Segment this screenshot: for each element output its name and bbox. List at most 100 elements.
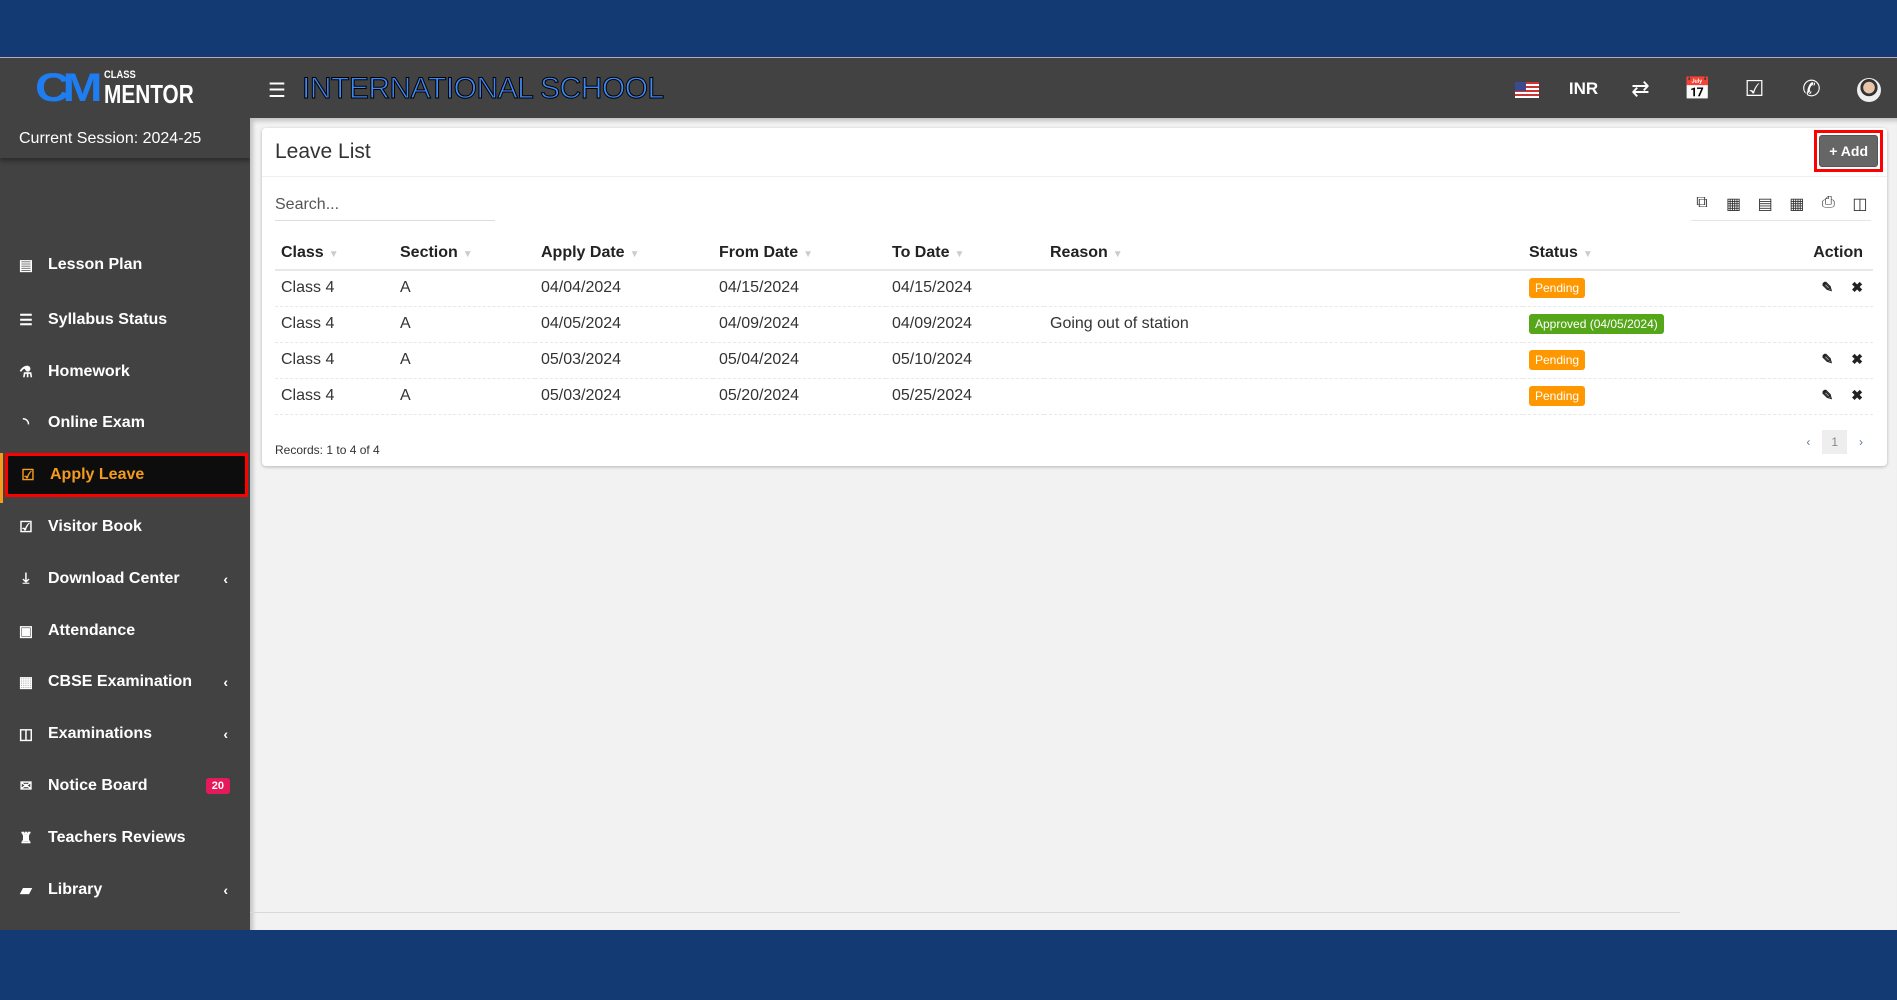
delete-icon[interactable]: ✖ <box>1851 351 1863 367</box>
excel-icon[interactable]: ▦ <box>1723 194 1745 214</box>
table-row: Class 4 A 05/03/2024 05/04/2024 05/10/2024 Pe… <box>275 342 1873 379</box>
sidebar-item-teachers-reviews[interactable]: ♜ Teachers Reviews <box>0 816 250 860</box>
column-header-apply-date[interactable]: Apply Date ▼ <box>535 236 713 271</box>
prev-page-button[interactable]: ‹ <box>1806 435 1810 449</box>
bottom-band <box>0 930 1897 1000</box>
table-row: Class 4 A 05/03/2024 05/20/2024 05/25/2024 Pe… <box>275 378 1873 415</box>
task-check-icon[interactable]: ☑ <box>1726 76 1783 102</box>
sidebar-item-notice-board[interactable]: ✉ Notice Board 20 <box>0 764 250 808</box>
notice-count-badge: 20 <box>205 778 230 794</box>
library-icon: ▰ <box>20 881 32 899</box>
column-header-to-date[interactable]: To Date ▼ <box>886 236 1044 271</box>
download-center-icon: ⤓ <box>22 570 30 588</box>
hamburger-menu-icon[interactable]: ☰ <box>268 78 286 103</box>
sort-icon[interactable]: ▼ <box>1113 249 1123 260</box>
online-exam-icon: ◝ <box>23 415 29 433</box>
sidebar-item-examinations[interactable]: ◫ Examinations ‹ <box>0 712 250 756</box>
leave-list-card: Leave List + Add ⧉ ▦ ▤ ▦ ⎙ ◫ Class▼Secti… <box>262 128 1887 466</box>
edit-icon[interactable]: ✎ <box>1822 351 1834 367</box>
cell-apply-date: 05/03/2024 <box>535 378 713 415</box>
pdf-icon[interactable]: ▦ <box>1786 194 1808 214</box>
visitor-book-icon: ☑ <box>19 519 33 536</box>
sidebar-item-label: Syllabus Status <box>48 310 168 328</box>
page-1-button[interactable]: 1 <box>1822 430 1847 454</box>
sort-icon[interactable]: ▼ <box>803 249 813 260</box>
column-header-section[interactable]: Section ▼ <box>394 236 535 271</box>
leave-table: Class ▼ Section ▼ Apply Date ▼ From Date ▼ To Da… <box>275 236 1873 415</box>
sidebar-item-apply-leave[interactable]: ☑ Apply Leave <box>5 453 248 498</box>
sidebar-item-cbse-examination[interactable]: ▦ CBSE Examination ‹ <box>0 660 250 704</box>
chevron-left-icon: ‹ <box>223 881 228 898</box>
columns-icon[interactable]: ◫ <box>1849 194 1871 214</box>
sort-icon[interactable]: ▼ <box>630 249 640 260</box>
sidebar-item-online-exam[interactable]: ◝ Online Exam <box>0 401 250 445</box>
calendar-icon[interactable]: 📅 <box>1669 76 1726 102</box>
logo-mark: CM <box>34 66 102 110</box>
sidebar-item-label: Download Center <box>48 569 180 587</box>
sidebar-item-attendance[interactable]: ▣ Attendance <box>0 609 250 653</box>
copy-icon[interactable]: ⧉ <box>1691 194 1713 214</box>
sidebar-item-label: Homework <box>48 362 130 380</box>
sidebar-item-label: Online Exam <box>48 414 145 432</box>
status-badge: Pending <box>1529 278 1586 299</box>
csv-icon[interactable]: ▤ <box>1754 194 1776 214</box>
examinations-icon: ◫ <box>18 726 34 744</box>
cell-section: A <box>394 342 535 379</box>
sort-icon[interactable]: ▼ <box>954 249 964 260</box>
user-avatar[interactable] <box>1840 75 1897 102</box>
column-header-status[interactable]: Status ▼ <box>1523 236 1763 271</box>
cell-from-date: 05/20/2024 <box>713 378 886 415</box>
sidebar-item-homework[interactable]: ⚗ Homework <box>0 350 250 394</box>
table-row: Class 4 A 04/05/2024 04/09/2024 04/09/2024 Go… <box>275 306 1873 343</box>
edit-icon[interactable]: ✎ <box>1822 279 1834 295</box>
sidebar-item-syllabus-status[interactable]: ☰ Syllabus Status <box>0 298 250 342</box>
sidebar-item-label: Apply Leave <box>50 466 145 484</box>
sidebar-item-library[interactable]: ▰ Library ‹ <box>0 868 250 912</box>
export-toolbar: ⧉ ▦ ▤ ▦ ⎙ ◫ <box>1691 194 1871 221</box>
cell-section: A <box>394 306 535 343</box>
sidebar-item-lesson-plan[interactable]: ▤ Lesson Plan <box>0 243 250 287</box>
delete-icon[interactable]: ✖ <box>1851 387 1863 403</box>
status-badge: Pending <box>1529 350 1586 370</box>
column-header-from-date[interactable]: From Date ▼ <box>713 236 886 271</box>
sidebar-item-label: Library <box>48 880 103 898</box>
sidebar-item-label: Examinations <box>48 725 153 743</box>
us-flag-icon[interactable] <box>1498 76 1555 102</box>
search-input[interactable] <box>275 194 495 221</box>
edit-icon[interactable]: ✎ <box>1822 387 1834 403</box>
logo[interactable]: CM CLASS MENTOR <box>35 68 216 109</box>
print-icon[interactable]: ⎙ <box>1817 194 1839 214</box>
whatsapp-icon[interactable]: ✆ <box>1783 76 1840 102</box>
attendance-icon: ▣ <box>18 622 34 640</box>
sidebar-item-visitor-book[interactable]: ☑ Visitor Book <box>0 505 250 549</box>
chevron-left-icon: ‹ <box>223 726 228 743</box>
active-indicator <box>0 453 3 504</box>
next-page-button[interactable]: › <box>1859 435 1863 449</box>
syllabus-status-icon: ☰ <box>19 311 33 329</box>
cell-section: A <box>394 378 535 415</box>
sidebar-item-label: Attendance <box>48 621 136 639</box>
add-button[interactable]: + Add <box>1819 135 1878 167</box>
sidebar-item-label: Lesson Plan <box>48 256 143 273</box>
sort-icon[interactable]: ▼ <box>329 249 339 260</box>
column-header-reason[interactable]: Reason ▼ <box>1044 236 1523 271</box>
cell-apply-date: 04/05/2024 <box>535 306 713 343</box>
currency-selector[interactable]: INR <box>1555 79 1612 99</box>
logo-big-text: MENTOR <box>104 78 194 109</box>
sort-icon[interactable]: ▼ <box>1583 249 1593 260</box>
delete-icon[interactable]: ✖ <box>1851 279 1863 295</box>
cell-to-date: 05/10/2024 <box>886 342 1044 379</box>
column-header-action: Action <box>1763 236 1873 271</box>
sidebar-item-transport-routes[interactable]: ⛟Transport Routes <box>0 919 250 930</box>
cell-reason <box>1044 270 1523 307</box>
cell-to-date: 04/09/2024 <box>886 306 1044 343</box>
sidebar-item-label: Visitor Book <box>48 518 142 535</box>
column-header-class[interactable]: Class ▼ <box>275 236 394 271</box>
cell-from-date: 05/04/2024 <box>713 342 886 379</box>
top-band <box>0 0 1897 57</box>
switch-icon[interactable]: ⇄ <box>1612 76 1669 102</box>
homework-icon: ⚗ <box>19 363 33 381</box>
sort-icon[interactable]: ▼ <box>463 249 473 260</box>
sidebar-item-download-center[interactable]: ⤓ Download Center ‹ <box>0 557 250 601</box>
cbse-examination-icon: ▦ <box>18 674 34 692</box>
